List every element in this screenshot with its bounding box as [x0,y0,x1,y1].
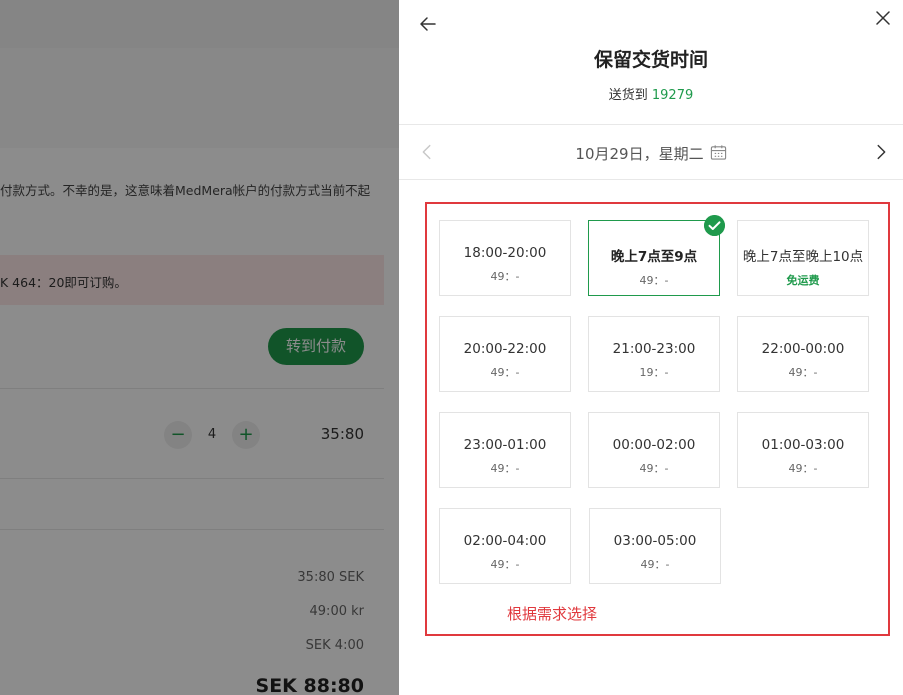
time-slot[interactable]: 22:00-00:00 49：- [737,316,869,392]
date-selector: 10月29日，星期二 [399,124,903,180]
delivery-time-drawer: 保留交货时间 送货到 19279 10月29日，星期二 18:00-20:00 … [399,0,903,695]
slot-time: 晚上7点至晚上10点 [742,249,864,265]
close-icon[interactable] [871,6,895,30]
slot-price: 49：- [490,558,520,571]
slot-time: 22:00-00:00 [761,341,845,357]
slot-price: 49：- [639,462,669,475]
time-slot[interactable]: 03:00-05:00 49：- [589,508,721,584]
selected-date: 10月29日，星期二 [399,143,903,164]
checkout-page-background: 付款方式。不幸的是，这意味着MedMera帐户的付款方式当前不起 K 464：2… [0,0,399,695]
time-slot[interactable]: 21:00-23:00 19：- [588,316,720,392]
slot-time: 18:00-20:00 [463,245,547,261]
slot-price: 49：- [788,366,818,379]
time-slot[interactable]: 23:00-01:00 49：- [439,412,571,488]
annotation-text: 根据需求选择 [507,605,598,623]
delivery-address-line: 送货到 19279 [399,84,903,103]
slot-time: 23:00-01:00 [463,437,547,453]
slot-price: 49：- [640,558,670,571]
time-slot[interactable]: 20:00-22:00 49：- [439,316,571,392]
time-slot[interactable]: 18:00-20:00 49：- [439,220,571,296]
slot-price: 19：- [639,366,669,379]
deliver-to-label: 送货到 [608,88,648,103]
slot-price: 49：- [490,462,520,475]
time-slot[interactable]: 01:00-03:00 49：- [737,412,869,488]
slot-time: 20:00-22:00 [463,341,547,357]
free-shipping-label: 免运费 [786,274,820,287]
slot-time: 21:00-23:00 [612,341,696,357]
slot-time: 02:00-04:00 [463,533,547,549]
slot-time: 03:00-05:00 [613,533,697,549]
time-slot-selected[interactable]: 晚上7点至9点 49：- [588,215,725,296]
calendar-icon[interactable] [710,144,727,161]
postal-code: 19279 [651,88,694,103]
modal-overlay[interactable] [0,0,399,695]
drawer-title: 保留交货时间 [593,49,708,71]
time-slot[interactable]: 02:00-04:00 49：- [439,508,571,584]
slot-time: 00:00-02:00 [612,437,696,453]
slot-price: 49：- [639,274,669,287]
slot-time: 晚上7点至9点 [610,249,698,265]
time-slot[interactable]: 晚上7点至晚上10点 免运费 [737,220,869,296]
back-arrow-icon[interactable] [416,12,440,36]
slot-time: 01:00-03:00 [761,437,845,453]
slot-price: 49：- [490,366,520,379]
time-slot[interactable]: 00:00-02:00 49：- [588,412,720,488]
slot-price: 49：- [788,462,818,475]
slot-price: 49：- [490,270,520,283]
selected-date-text: 10月29日，星期二 [575,145,704,163]
chevron-right-icon[interactable] [870,141,892,163]
checkmark-icon [704,215,725,236]
